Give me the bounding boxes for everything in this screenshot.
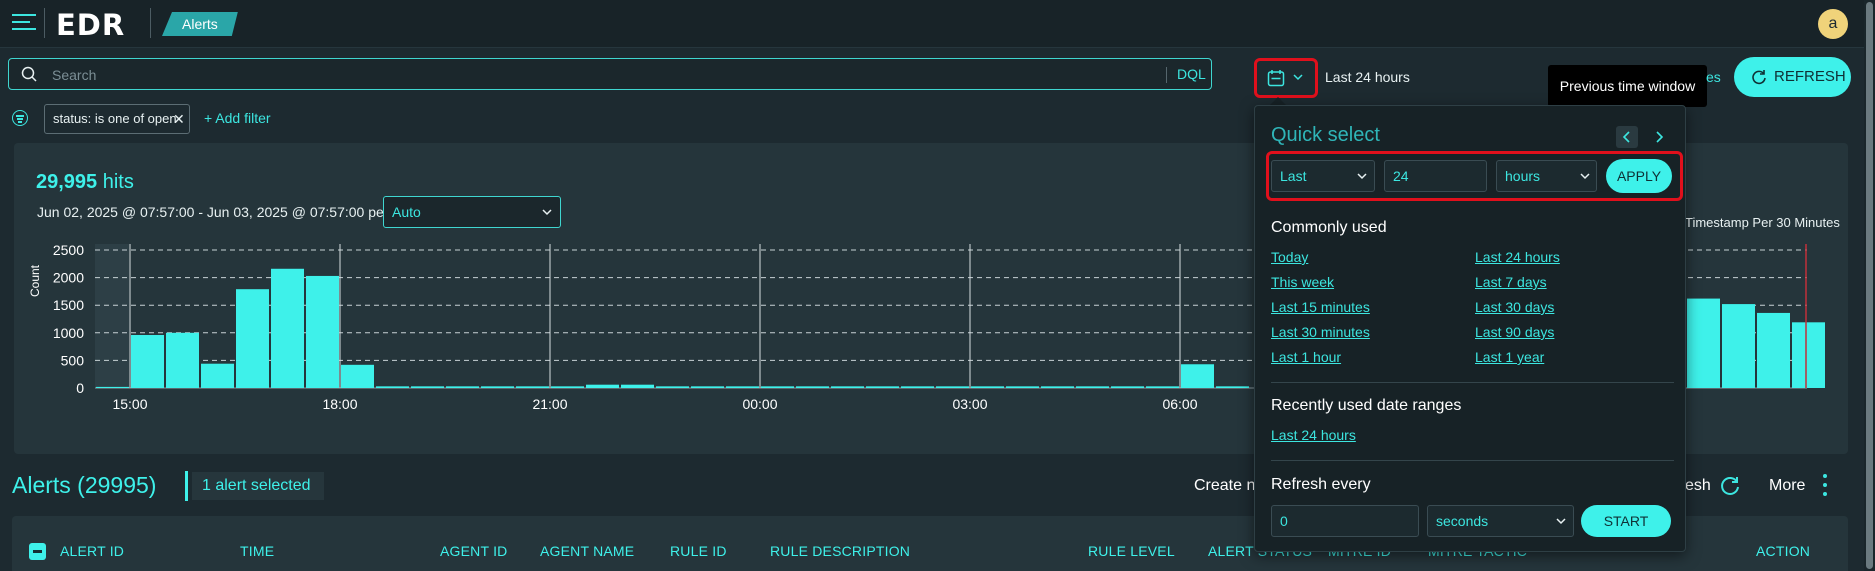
- chart-legend-partial: Timestamp Per 30 Minutes: [1685, 215, 1840, 230]
- column-header[interactable]: AGENT NAME: [540, 543, 634, 559]
- unit-select[interactable]: hours: [1496, 160, 1597, 192]
- create-button-partial[interactable]: Create n: [1194, 477, 1255, 495]
- start-refresh-button[interactable]: START: [1581, 505, 1671, 537]
- alerts-title: Alerts (29995): [12, 472, 157, 498]
- page-scrollbar-thumb[interactable]: [1866, 2, 1873, 569]
- column-header[interactable]: TIME: [240, 543, 274, 559]
- header-divider: [150, 8, 151, 38]
- date-range-label[interactable]: Last 24 hours: [1325, 69, 1410, 85]
- column-header[interactable]: RULE LEVEL: [1088, 543, 1175, 559]
- chevron-down-icon: [1580, 173, 1590, 180]
- remove-filter-icon[interactable]: ✕: [173, 105, 185, 133]
- refresh-icon[interactable]: [1719, 475, 1741, 497]
- commonly-used-heading: Commonly used: [1271, 219, 1387, 236]
- select-all-checkbox[interactable]: [29, 543, 46, 560]
- add-filter-button[interactable]: + Add filter: [204, 110, 271, 126]
- quick-range-link[interactable]: Last 30 minutes: [1271, 324, 1370, 340]
- filter-chip-label: status: is one of open: [53, 111, 177, 126]
- calendar-icon: [1267, 70, 1285, 87]
- chevron-left-icon: [1622, 131, 1630, 143]
- more-button[interactable]: More: [1769, 477, 1805, 495]
- column-header[interactable]: ACTION: [1756, 543, 1810, 559]
- interval-value: Auto: [392, 204, 421, 220]
- popover-divider: [1271, 382, 1674, 383]
- search-divider: [1166, 67, 1167, 83]
- interval-select[interactable]: Auto: [383, 196, 561, 228]
- previous-time-window-tooltip: Previous time window: [1548, 65, 1707, 114]
- chevron-down-icon: [1357, 173, 1367, 180]
- selected-count-badge[interactable]: 1 alert selected: [192, 472, 324, 500]
- recent-ranges-heading: Recently used date ranges: [1271, 397, 1462, 414]
- quick-range-link[interactable]: Last 24 hours: [1475, 249, 1560, 265]
- tense-select[interactable]: Last: [1271, 160, 1375, 192]
- chevron-down-icon: [542, 209, 552, 216]
- tense-value: Last: [1280, 168, 1307, 184]
- column-header[interactable]: RULE DESCRIPTION: [770, 543, 910, 559]
- quick-range-link[interactable]: Last 30 days: [1475, 299, 1554, 315]
- quick-range-link[interactable]: Last 1 year: [1475, 349, 1544, 365]
- chevron-down-icon: [1293, 74, 1303, 81]
- popover-divider: [1271, 460, 1674, 461]
- date-picker-button[interactable]: [1254, 58, 1318, 98]
- refresh-button[interactable]: REFRESH: [1734, 57, 1851, 97]
- filter-menu-icon[interactable]: [12, 110, 28, 126]
- kebab-menu-icon[interactable]: [1823, 474, 1827, 496]
- header-divider: [44, 8, 45, 38]
- quick-range-link[interactable]: This week: [1271, 274, 1334, 290]
- next-time-window-button[interactable]: [1648, 126, 1670, 148]
- top-header: [0, 0, 1875, 48]
- quick-select-title: Quick select: [1271, 124, 1380, 146]
- search-icon: [21, 66, 37, 82]
- app-logo: EDR: [56, 8, 126, 42]
- refresh-unit-select[interactable]: seconds: [1427, 505, 1574, 537]
- chevron-right-icon: [1656, 131, 1664, 143]
- refresh-list-partial[interactable]: esh: [1685, 477, 1711, 495]
- apply-button[interactable]: APPLY: [1606, 159, 1672, 193]
- partially-hidden-text: es: [1706, 69, 1721, 85]
- selection-divider: [185, 471, 188, 501]
- search-bar: DQL: [8, 58, 1212, 90]
- amount-input[interactable]: 24: [1384, 160, 1487, 192]
- column-header[interactable]: AGENT ID: [440, 543, 507, 559]
- hits-count: 29,995 hits: [36, 171, 134, 193]
- breadcrumb-alerts[interactable]: Alerts: [162, 12, 238, 36]
- filter-chip-status[interactable]: status: is one of open ✕: [44, 104, 190, 134]
- quick-range-link[interactable]: Last 90 days: [1475, 324, 1554, 340]
- quick-range-link[interactable]: Today: [1271, 249, 1308, 265]
- chevron-down-icon: [1556, 518, 1566, 525]
- date-range-text: Jun 02, 2025 @ 07:57:00 - Jun 03, 2025 @…: [37, 204, 389, 220]
- search-input[interactable]: [52, 64, 1152, 86]
- refresh-icon: [1752, 70, 1766, 85]
- column-header[interactable]: RULE ID: [670, 543, 727, 559]
- quick-range-link[interactable]: Last 7 days: [1475, 274, 1547, 290]
- refresh-every-heading: Refresh every: [1271, 476, 1371, 493]
- unit-value: hours: [1505, 168, 1541, 184]
- dql-button[interactable]: DQL: [1177, 66, 1206, 82]
- column-header[interactable]: ALERT ID: [60, 543, 124, 559]
- user-avatar[interactable]: a: [1818, 9, 1848, 39]
- popover-arrow: [1270, 97, 1286, 105]
- quick-range-link[interactable]: Last 15 minutes: [1271, 299, 1370, 315]
- menu-icon[interactable]: [12, 14, 36, 34]
- refresh-interval-input[interactable]: 0: [1271, 505, 1419, 537]
- refresh-unit-value: seconds: [1436, 513, 1489, 529]
- quick-range-link[interactable]: Last 1 hour: [1271, 349, 1341, 365]
- refresh-label: REFRESH: [1774, 68, 1846, 85]
- recent-range-link[interactable]: Last 24 hours: [1271, 427, 1356, 443]
- previous-time-window-button[interactable]: [1616, 126, 1638, 148]
